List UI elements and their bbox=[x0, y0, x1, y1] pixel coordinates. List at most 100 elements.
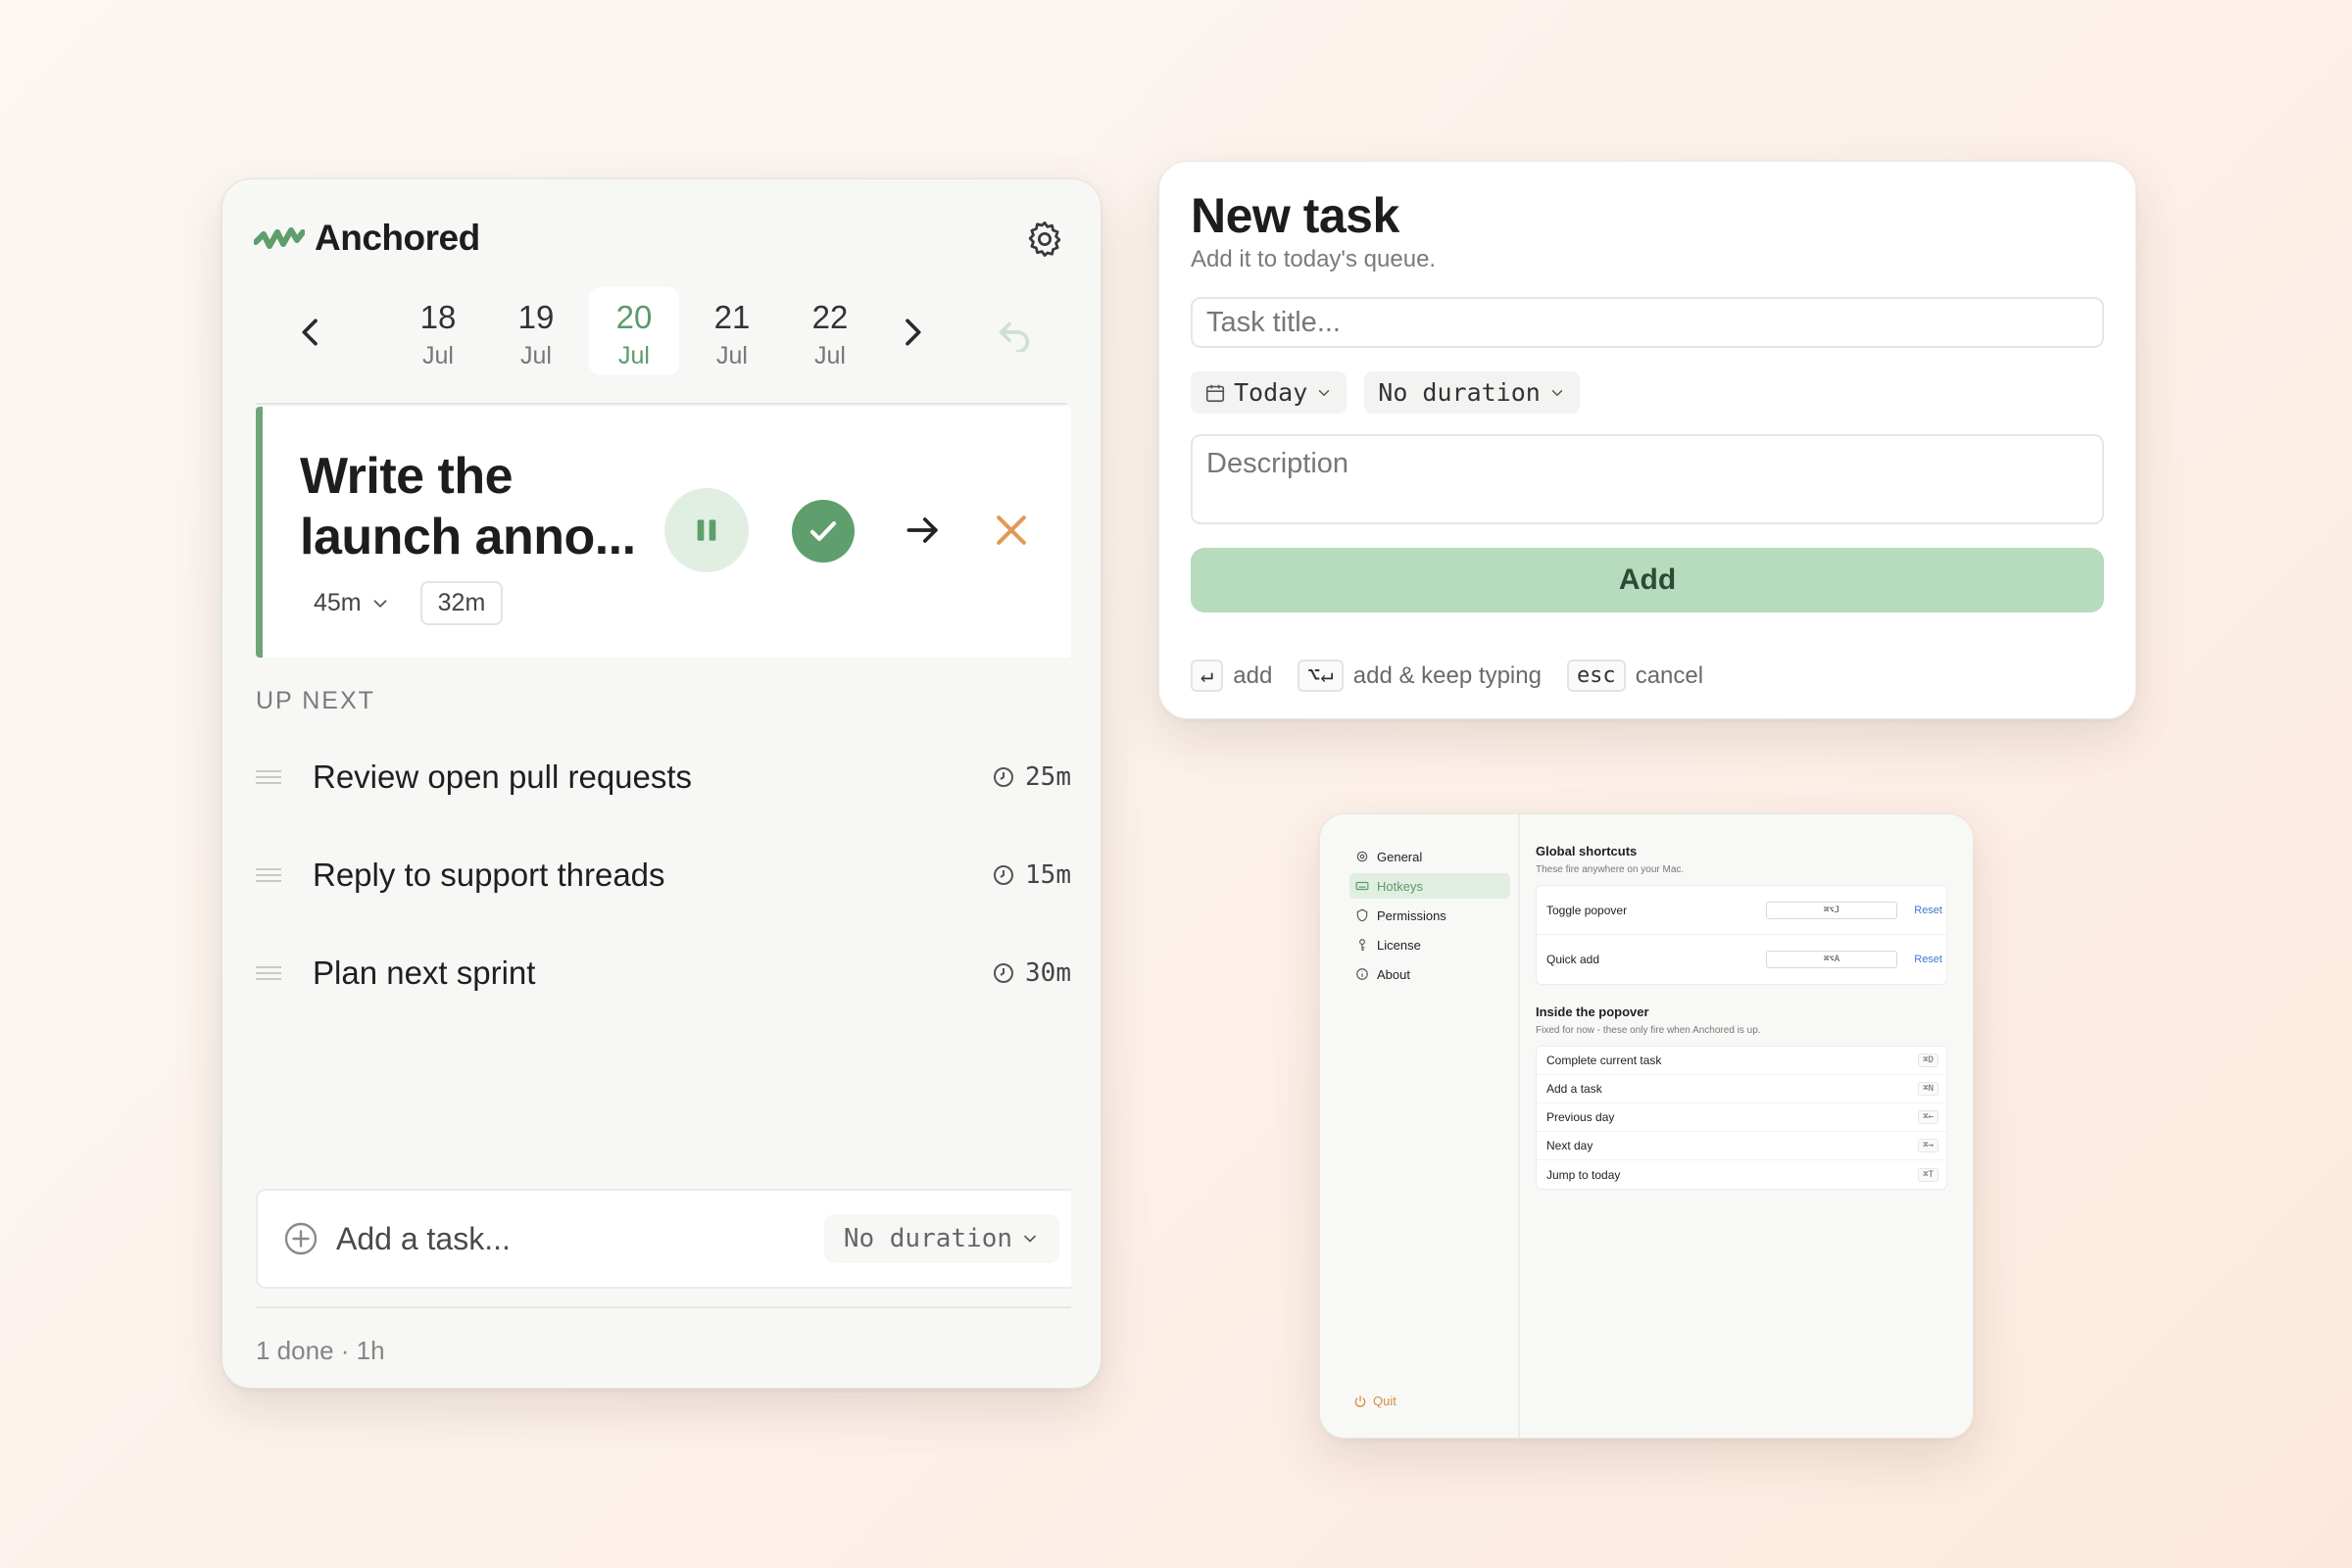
quit-button[interactable]: Quit bbox=[1353, 1394, 1396, 1408]
chevron-down-icon bbox=[1024, 1235, 1036, 1243]
list-item[interactable]: Plan next sprint 30m bbox=[256, 924, 1071, 1022]
shortcut-key: ⌘D bbox=[1918, 1054, 1938, 1067]
date-value: Today bbox=[1234, 378, 1308, 407]
day-month: Jul bbox=[814, 342, 846, 369]
settings-sidebar: General Hotkeys Permissions License Abou… bbox=[1320, 814, 1520, 1438]
duration-value: No duration bbox=[1378, 378, 1541, 407]
day-item[interactable]: 22 Jul bbox=[785, 287, 875, 375]
task-queue: Review open pull requests 25m Reply to s… bbox=[256, 728, 1071, 1022]
section-title: Global shortcuts bbox=[1536, 844, 1638, 858]
day-month: Jul bbox=[716, 342, 748, 369]
list-item[interactable]: Review open pull requests 25m bbox=[256, 728, 1071, 826]
keyboard-hints: ↵ add ⌥↵ add & keep typing esc cancel bbox=[1191, 660, 1729, 692]
task-duration: 25m bbox=[992, 762, 1071, 792]
sidebar-item-hotkeys[interactable]: Hotkeys bbox=[1349, 873, 1510, 899]
shortcut-recorder[interactable]: ⌘⌥J bbox=[1766, 901, 1897, 919]
duration-value: 30m bbox=[1025, 958, 1071, 988]
popover-panel: Anchored 18 Jul 19 Jul 20 Jul 21 Jul 22 … bbox=[221, 178, 1102, 1389]
chevron-left-icon[interactable] bbox=[291, 313, 330, 352]
shortcut-recorder[interactable]: ⌘⌥A bbox=[1766, 951, 1897, 968]
chevron-down-icon bbox=[1319, 389, 1330, 396]
shortcut-label: Next day bbox=[1546, 1139, 1593, 1152]
day-item[interactable]: 21 Jul bbox=[687, 287, 777, 375]
day-month: Jul bbox=[520, 342, 552, 369]
add-button[interactable]: Add bbox=[1191, 548, 2104, 612]
date-dropdown[interactable]: Today bbox=[1191, 371, 1348, 414]
reset-button[interactable]: Reset bbox=[1914, 954, 1942, 965]
day-item[interactable]: 19 Jul bbox=[491, 287, 581, 375]
drag-handle-icon[interactable] bbox=[256, 868, 281, 882]
keyboard-icon bbox=[1355, 881, 1369, 891]
shortcut-label: Toggle popover bbox=[1546, 903, 1628, 917]
duration-dropdown[interactable]: No duration bbox=[823, 1214, 1059, 1263]
close-icon[interactable] bbox=[990, 509, 1033, 552]
sidebar-item-general[interactable]: General bbox=[1349, 844, 1510, 869]
sidebar-item-about[interactable]: About bbox=[1349, 961, 1510, 987]
gear-icon[interactable] bbox=[1024, 219, 1065, 260]
shortcut-label: Jump to today bbox=[1546, 1167, 1621, 1182]
current-task-title: Write the launch anno... bbox=[300, 448, 636, 565]
elapsed-time: 32m bbox=[419, 581, 504, 625]
day-list: 18 Jul 19 Jul 20 Jul 21 Jul 22 Jul bbox=[393, 287, 883, 375]
day-number: 21 bbox=[713, 299, 751, 335]
duration-value: No duration bbox=[843, 1224, 1012, 1253]
add-task-placeholder: Add a task... bbox=[336, 1220, 511, 1256]
return-key-icon: ↵ bbox=[1191, 660, 1224, 692]
shortcut-row: Complete current task ⌘D bbox=[1537, 1047, 1946, 1075]
arrow-right-icon[interactable] bbox=[902, 509, 945, 552]
shortcut-key: ⌘N bbox=[1918, 1082, 1938, 1096]
sidebar-item-license[interactable]: License bbox=[1349, 932, 1510, 957]
description-input[interactable]: Description bbox=[1191, 434, 2104, 524]
day-item-selected[interactable]: 20 Jul bbox=[589, 287, 679, 375]
quit-label: Quit bbox=[1373, 1394, 1396, 1408]
shortcut-row: Jump to today ⌘T bbox=[1537, 1160, 1946, 1189]
task-duration: 30m bbox=[992, 958, 1071, 988]
shortcut-key: ⌘T bbox=[1918, 1167, 1938, 1182]
complete-button[interactable] bbox=[792, 500, 855, 563]
undo-icon[interactable] bbox=[995, 313, 1034, 354]
reset-button[interactable]: Reset bbox=[1914, 905, 1942, 916]
hint-text: add bbox=[1233, 662, 1273, 689]
option-return-key-icon: ⌥↵ bbox=[1298, 660, 1344, 692]
popover-shortcuts-section: Inside the popover Fixed for now - these… bbox=[1536, 1004, 1947, 1190]
settings-content: Global shortcuts These fire anywhere on … bbox=[1536, 844, 1947, 1190]
hint-text: cancel bbox=[1635, 662, 1704, 689]
sidebar-item-label: Permissions bbox=[1377, 907, 1446, 923]
task-title: Reply to support threads bbox=[313, 857, 665, 893]
clock-icon bbox=[994, 767, 1014, 787]
chevron-right-icon[interactable] bbox=[893, 313, 932, 352]
pause-button[interactable] bbox=[664, 488, 749, 572]
day-number: 22 bbox=[811, 299, 849, 335]
hint-text: add & keep typing bbox=[1352, 662, 1542, 689]
day-number: 19 bbox=[517, 299, 555, 335]
current-task-meta: 45m 32m bbox=[314, 581, 504, 625]
estimate-dropdown[interactable]: 45m bbox=[314, 589, 391, 617]
section-subtitle: Fixed for now - these only fire when Anc… bbox=[1536, 1025, 1761, 1036]
duration-dropdown[interactable]: No duration bbox=[1364, 371, 1580, 414]
sidebar-item-permissions[interactable]: Permissions bbox=[1349, 903, 1510, 928]
new-task-panel: New task Add it to today's queue. Task t… bbox=[1158, 161, 2136, 719]
shortcut-row: Previous day ⌘← bbox=[1537, 1103, 1946, 1132]
chevron-down-icon bbox=[373, 599, 387, 608]
day-item[interactable]: 18 Jul bbox=[393, 287, 483, 375]
section-subtitle: These fire anywhere on your Mac. bbox=[1536, 864, 1685, 875]
info-icon bbox=[1356, 968, 1368, 980]
add-task-input[interactable]: Add a task... No duration bbox=[256, 1189, 1071, 1289]
shortcut-label: Previous day bbox=[1546, 1110, 1615, 1124]
shortcut-row: Add a task ⌘N bbox=[1537, 1075, 1946, 1103]
chevron-down-icon bbox=[1551, 389, 1563, 396]
settings-panel: General Hotkeys Permissions License Abou… bbox=[1319, 813, 1974, 1439]
shortcut-label: Add a task bbox=[1546, 1082, 1602, 1096]
day-navigator: 18 Jul 19 Jul 20 Jul 21 Jul 22 Jul bbox=[256, 287, 1067, 405]
sidebar-item-label: About bbox=[1377, 966, 1410, 982]
checkmark-icon bbox=[809, 521, 837, 541]
shortcut-label: Complete current task bbox=[1546, 1054, 1662, 1067]
day-month: Jul bbox=[422, 342, 454, 369]
list-item[interactable]: Reply to support threads 15m bbox=[256, 826, 1071, 924]
gear-icon bbox=[1356, 851, 1368, 862]
drag-handle-icon[interactable] bbox=[256, 770, 281, 784]
divider bbox=[256, 1306, 1071, 1308]
drag-handle-icon[interactable] bbox=[256, 966, 281, 980]
shortcut-key: ⌘← bbox=[1918, 1110, 1938, 1124]
task-title-input[interactable]: Task title... bbox=[1191, 297, 2104, 348]
